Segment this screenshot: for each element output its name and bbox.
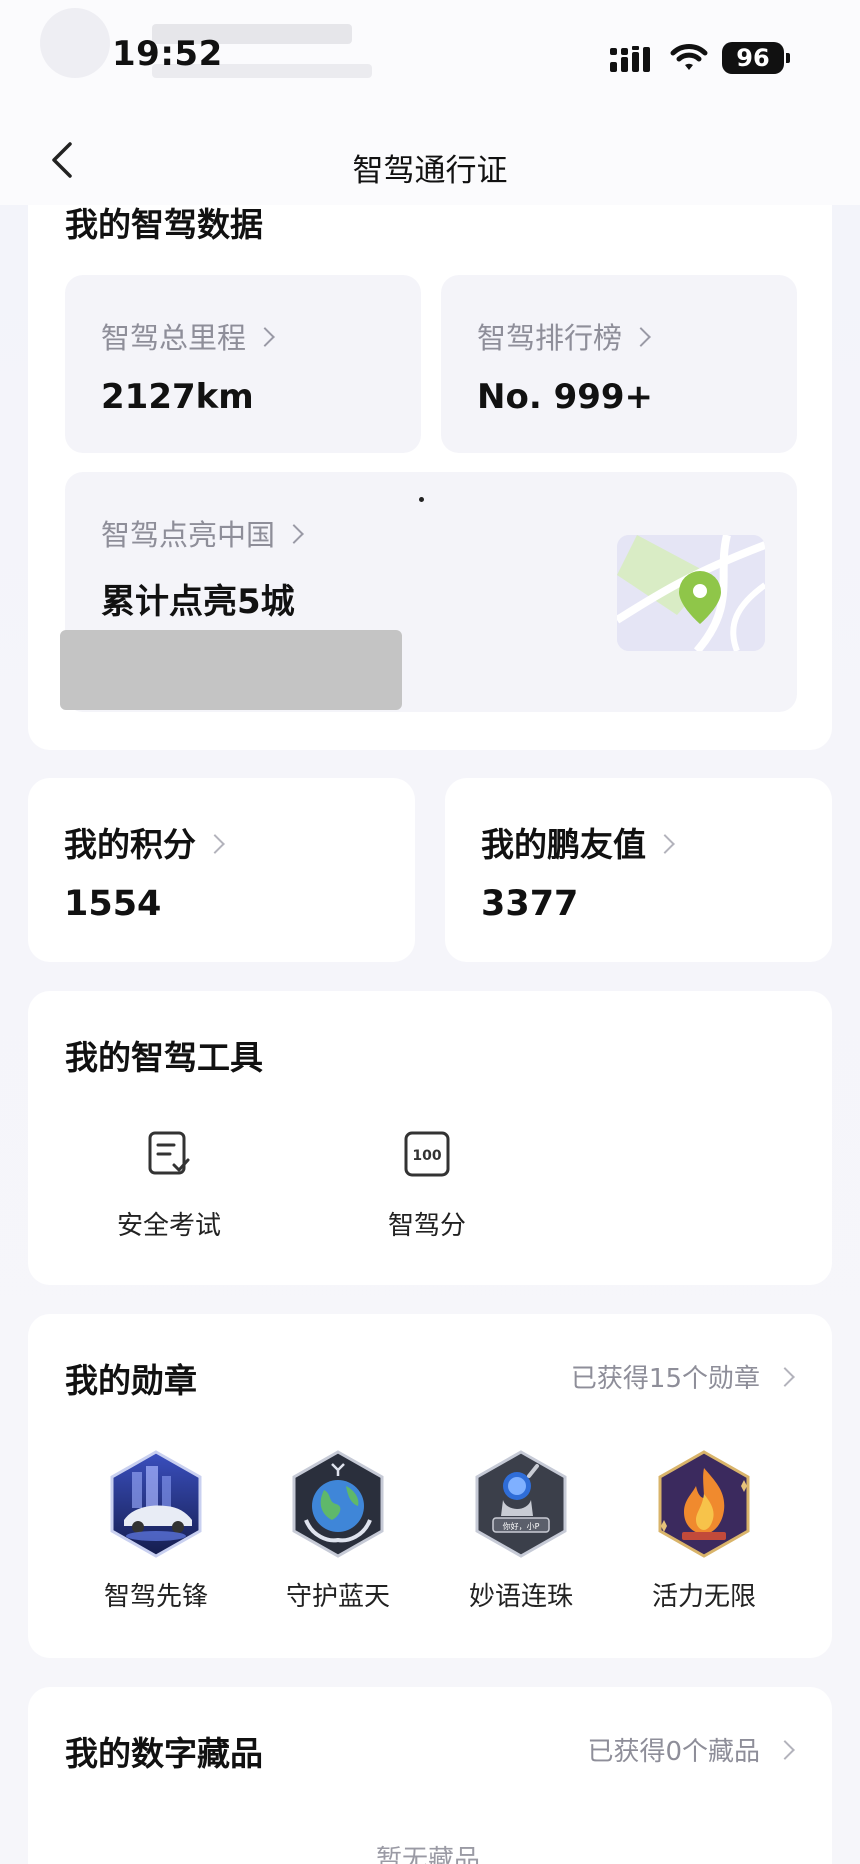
battery-indicator: 96 — [722, 42, 790, 74]
chevron-right-icon — [255, 327, 275, 347]
score-100-icon: 100 — [404, 1131, 450, 1177]
mileage-label: 智驾总里程 — [101, 321, 247, 355]
tool-label: 安全考试 — [116, 1211, 221, 1241]
medal-eloquent[interactable]: 你好，小P 妙语连珠 — [446, 1450, 596, 1613]
section-title: 我的智驾数据 — [65, 205, 263, 244]
medal-vitality[interactable]: 活力无限 — [629, 1450, 779, 1613]
tool-safety-exam[interactable]: 安全考试 — [69, 1129, 269, 1242]
svg-text:100: 100 — [412, 1148, 441, 1164]
friend-value-card[interactable]: 我的鹏友值 3377 — [445, 778, 832, 962]
svg-text:你好，小P: 你好，小P — [503, 1521, 540, 1531]
points-value: 1554 — [64, 884, 162, 924]
section-title: 我的数字藏品 — [65, 1734, 263, 1773]
light-china-value: 累计点亮5城 — [101, 582, 295, 622]
medal-label: 妙语连珠 — [468, 1582, 573, 1612]
friend-value-value: 3377 — [481, 884, 579, 924]
chevron-right-icon — [205, 833, 225, 854]
medal-label: 守护蓝天 — [285, 1582, 390, 1612]
top-bar: 19:52 96 智驾通行证 — [0, 0, 860, 205]
flame-vitality-medal-icon — [658, 1450, 750, 1558]
cellular-signal-icon — [610, 46, 650, 72]
medal-label: 活力无限 — [651, 1582, 756, 1612]
mileage-value: 2127km — [101, 377, 254, 417]
medals-card: 我的勋章 已获得15个勋章 智驾先锋 守护蓝天 你好，小P 妙语连珠 活力无限 — [28, 1314, 832, 1658]
medal-pioneer[interactable]: 智驾先锋 — [81, 1450, 231, 1613]
medal-label: 智驾先锋 — [103, 1582, 208, 1612]
chevron-right-icon — [284, 524, 304, 544]
avatar — [40, 8, 110, 78]
tool-label: 智驾分 — [387, 1211, 466, 1241]
collectibles-summary: 已获得0个藏品 — [587, 1737, 760, 1767]
chevron-right-icon — [775, 1366, 795, 1387]
exam-checklist-icon — [148, 1131, 190, 1175]
collectibles-summary-link[interactable]: 已获得0个藏品 — [587, 1731, 795, 1768]
redacted-block — [60, 630, 402, 710]
ranking-value: No. 999+ — [477, 377, 654, 417]
empty-collectibles-text: 暂无藏品 — [375, 1845, 480, 1864]
wifi-icon — [670, 44, 708, 70]
tools-card: 我的智驾工具 安全考试 100 智驾分 — [28, 991, 832, 1285]
car-pioneer-medal-icon — [110, 1450, 202, 1558]
friend-value-label: 我的鹏友值 — [481, 825, 646, 864]
chevron-right-icon — [631, 327, 651, 347]
points-card[interactable]: 我的积分 1554 — [28, 778, 415, 962]
light-china-label: 智驾点亮中国 — [101, 518, 276, 552]
medals-summary-link[interactable]: 已获得15个勋章 — [570, 1358, 795, 1395]
medal-blue-sky[interactable]: 守护蓝天 — [263, 1450, 413, 1613]
earth-guardian-medal-icon — [292, 1450, 384, 1558]
section-title: 我的勋章 — [65, 1361, 197, 1400]
section-title: 我的智驾工具 — [65, 1038, 263, 1077]
astronaut-speech-medal-icon: 你好，小P — [475, 1450, 567, 1558]
mileage-card[interactable]: 智驾总里程 2127km — [65, 275, 421, 453]
page: 19:52 96 智驾通行证 我的智驾数据 智驾总里程 2127km 智驾排行榜… — [0, 0, 860, 1864]
status-time: 19:52 — [112, 34, 223, 74]
collectibles-card: 我的数字藏品 已获得0个藏品 暂无藏品 — [28, 1687, 832, 1864]
ranking-card[interactable]: 智驾排行榜 No. 999+ — [441, 275, 797, 453]
tool-driving-score[interactable]: 100 智驾分 — [327, 1129, 527, 1242]
medals-summary: 已获得15个勋章 — [570, 1364, 760, 1394]
stray-dot — [419, 497, 424, 502]
ranking-label: 智驾排行榜 — [477, 321, 623, 355]
map-icon — [617, 535, 765, 651]
page-title: 智驾通行证 — [352, 153, 508, 189]
points-label: 我的积分 — [64, 825, 196, 864]
chevron-right-icon — [655, 833, 675, 854]
chevron-right-icon — [775, 1739, 795, 1760]
